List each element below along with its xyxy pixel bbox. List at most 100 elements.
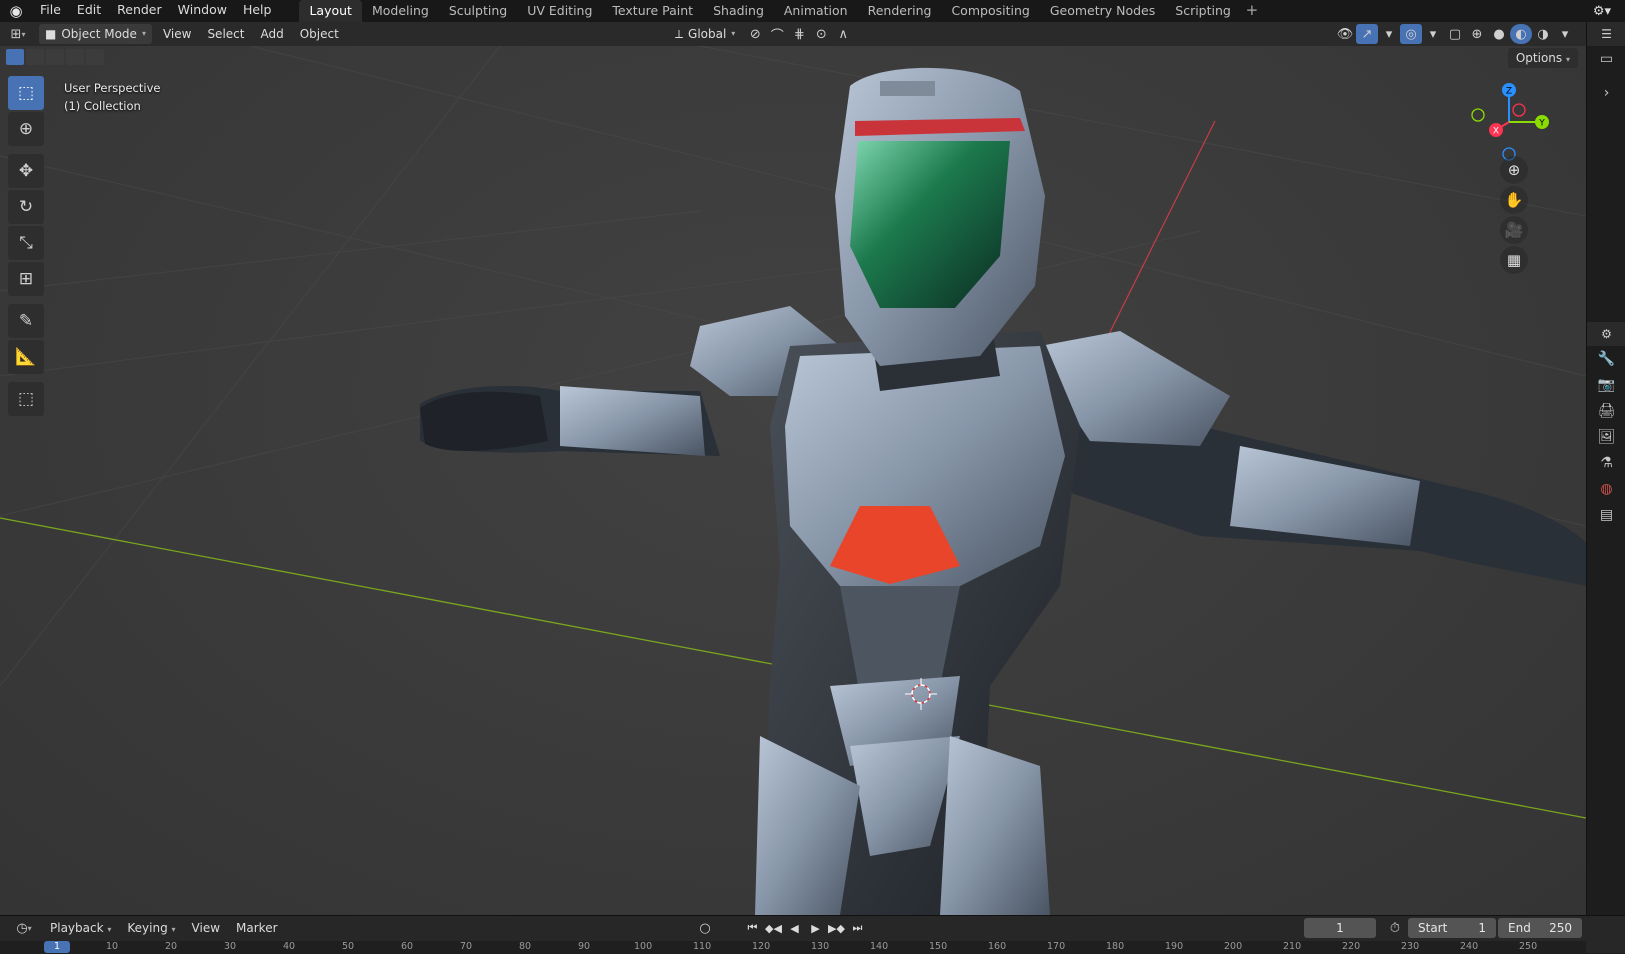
overlay-dropdown-icon[interactable]: ▾ [1422,24,1444,44]
keying-label: Keying [127,921,168,935]
collapse-arrow-icon[interactable]: › [1587,80,1625,106]
current-frame-field[interactable]: 1 [1304,918,1376,938]
transform-tool-icon[interactable]: ⊞ [8,262,44,296]
play-icon[interactable]: ▶ [806,918,825,938]
tab-uv-editing[interactable]: UV Editing [517,0,602,22]
gizmo-toggle-icon[interactable]: ↗ [1356,24,1378,44]
tool-properties-icon[interactable]: 🔧 [1587,346,1625,372]
shading-dropdown-icon[interactable]: ▾ [1554,24,1576,44]
wireframe-shading-icon[interactable]: ⊕ [1466,24,1488,44]
tab-layout[interactable]: Layout [299,0,362,22]
start-frame-field[interactable]: Start 1 [1408,918,1496,938]
scene-selector-icon[interactable]: ⚙▾ [1579,0,1625,22]
tab-scripting[interactable]: Scripting [1165,0,1241,22]
xray-icon[interactable]: ▢ [1444,24,1466,44]
chevron-down-icon: ▾ [731,29,736,38]
add-workspace-button[interactable]: + [1241,0,1263,22]
zoom-icon[interactable]: ⊕ [1500,156,1528,184]
editor-type-icon[interactable]: ⊞ ▾ [0,24,36,44]
tab-shading[interactable]: Shading [703,0,774,22]
rendered-shading-icon[interactable]: ◑ [1532,24,1554,44]
auto-keying-icon[interactable]: ○ [694,918,716,938]
overlay-toggle-icon[interactable]: ◎ [1400,24,1422,44]
navigation-gizmo[interactable]: Z Y X [1464,82,1554,162]
options-dropdown[interactable]: Options ▾ [1507,48,1578,68]
frame-ruler[interactable]: 1 10 20 30 40 50 60 70 80 90 100 110 120… [0,941,1586,954]
select-extend-icon[interactable] [26,49,44,65]
cursor-tool-icon[interactable]: ⊕ [8,112,44,146]
ortho-grid-icon[interactable]: ▦ [1500,246,1528,274]
menu-render[interactable]: Render [109,0,170,22]
snap-increment-icon[interactable]: ⋕ [788,24,810,44]
neg-y-handle[interactable] [1471,108,1485,122]
blender-logo-icon[interactable]: ◉ [0,0,32,22]
scene-properties-icon[interactable]: ⚗ [1587,450,1625,476]
output-properties-icon[interactable]: 🖨 [1587,398,1625,424]
measure-tool-icon[interactable]: 📐 [8,340,44,374]
next-keyframe-icon[interactable]: ▶◆ [827,918,846,938]
menu-help[interactable]: Help [235,0,280,22]
x-axis-label: X [1493,127,1499,137]
jump-start-icon[interactable]: ⏮ [743,918,762,938]
select-invert-icon[interactable] [66,49,84,65]
menu-window[interactable]: Window [170,0,235,22]
collection-properties-icon[interactable]: ▤ [1587,502,1625,528]
orientation-dropdown[interactable]: ⟂ Global ▾ [669,24,741,44]
gizmo-dropdown-icon[interactable]: ▾ [1378,24,1400,44]
menu-playback[interactable]: Playback ▾ [42,918,119,938]
view-layer-properties-icon[interactable]: 🖼 [1587,424,1625,450]
menu-object[interactable]: Object [292,24,347,44]
proportional-editing-icon[interactable]: ⊙ [810,24,832,44]
timeline-editor-type-icon[interactable]: ◷ ▾ [6,918,42,938]
select-subtract-icon[interactable] [46,49,64,65]
scale-tool-icon[interactable]: ⤡ [8,226,44,260]
mode-dropdown[interactable]: ■ Object Mode ▾ [39,24,152,44]
visibility-icon[interactable]: 👁 [1334,24,1356,44]
menu-select[interactable]: Select [199,24,252,44]
tab-modeling[interactable]: Modeling [362,0,439,22]
pivot-point-icon[interactable]: ⊘ [744,24,766,44]
tab-sculpting[interactable]: Sculpting [439,0,517,22]
end-frame-field[interactable]: End 250 [1498,918,1582,938]
outliner-filter-icon[interactable]: ▭ [1587,46,1625,72]
world-properties-icon[interactable]: ◍ [1587,476,1625,502]
neg-x-handle[interactable] [1512,103,1526,117]
select-new-icon[interactable] [6,49,24,65]
material-shading-icon[interactable]: ◐ [1510,24,1532,44]
select-box-tool-icon[interactable]: ⬚ [8,76,44,110]
snap-icon[interactable]: ⌒ [766,24,788,44]
timer-icon[interactable]: ⏱ [1384,918,1406,938]
menu-add[interactable]: Add [252,24,291,44]
menu-timeline-view[interactable]: View [184,918,228,938]
camera-view-icon[interactable]: 🎥 [1500,216,1528,244]
add-cube-tool-icon[interactable]: ⬚ [8,382,44,416]
tab-texture-paint[interactable]: Texture Paint [602,0,703,22]
play-reverse-icon[interactable]: ◀ [785,918,804,938]
menu-marker[interactable]: Marker [228,918,285,938]
properties-header-icon[interactable]: ⚙ [1587,322,1625,346]
select-intersect-icon[interactable] [86,49,104,65]
jump-end-icon[interactable]: ⏭ [848,918,867,938]
menu-keying[interactable]: Keying ▾ [119,918,183,938]
pan-hand-icon[interactable]: ✋ [1500,186,1528,214]
viewport-header: ⊞ ▾ ■ Object Mode ▾ View Select Add Objec… [0,22,1586,46]
menu-edit[interactable]: Edit [69,0,109,22]
ruler-tick: 110 [693,941,712,952]
rotate-tool-icon[interactable]: ↻ [8,190,44,224]
annotate-tool-icon[interactable]: ✎ [8,304,44,338]
outliner-header-icon[interactable]: ☰ [1587,22,1625,46]
render-properties-icon[interactable]: 📷 [1587,372,1625,398]
tab-compositing[interactable]: Compositing [941,0,1039,22]
tab-rendering[interactable]: Rendering [858,0,942,22]
prev-keyframe-icon[interactable]: ◆◀ [764,918,783,938]
end-label: End [1508,921,1531,935]
solid-shading-icon[interactable]: ● [1488,24,1510,44]
move-tool-icon[interactable]: ✥ [8,154,44,188]
tab-geometry-nodes[interactable]: Geometry Nodes [1040,0,1165,22]
falloff-icon[interactable]: ∧ [832,24,854,44]
current-frame-indicator[interactable]: 1 [44,941,70,953]
tab-animation[interactable]: Animation [774,0,858,22]
menu-file[interactable]: File [32,0,69,22]
menu-view[interactable]: View [155,24,199,44]
3d-viewport[interactable]: Options ▾ User Perspective (1) Collectio… [0,46,1586,915]
